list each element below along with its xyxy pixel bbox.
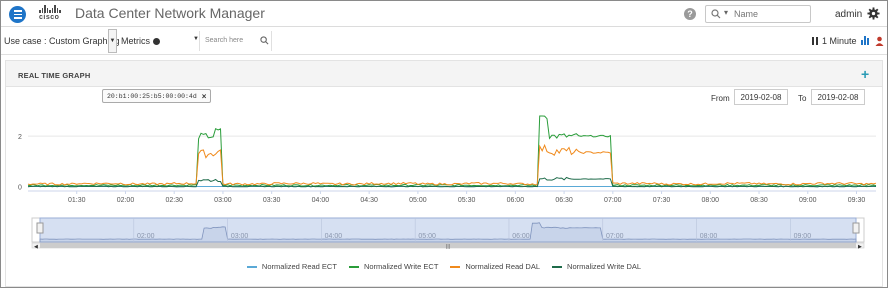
scroll-left-arrow[interactable]: ◀ (34, 244, 38, 250)
navigator-x-label: 09:00 (794, 233, 812, 240)
metric-search-input[interactable]: Search here (205, 37, 243, 44)
navigator-handle[interactable] (36, 222, 44, 234)
navigator-range (39, 217, 857, 243)
x-tick-label: 02:00 (117, 197, 135, 204)
bar-chart-icon[interactable] (861, 36, 869, 45)
cisco-logo: cisco (39, 5, 67, 23)
navigator-x-label: 07:00 (606, 233, 624, 240)
divider (199, 31, 200, 51)
x-tick-label: 08:30 (750, 197, 768, 204)
legend-swatch (246, 265, 257, 268)
legend-label: Normalized Read DAL (465, 262, 541, 271)
divider (271, 31, 272, 51)
x-tick-label: 03:30 (263, 197, 281, 204)
x-tick-label: 01:30 (68, 197, 86, 204)
x-tick-label: 09:30 (848, 197, 866, 204)
x-tick-label: 07:00 (604, 197, 622, 204)
app-title: Data Center Network Manager (75, 5, 265, 21)
legend-label: Normalized Write ECT (363, 262, 439, 271)
global-search-input[interactable] (734, 8, 808, 20)
x-tick-label: 08:00 (702, 197, 720, 204)
navigator-x-label: 03:00 (231, 233, 249, 240)
chart-legend: Normalized Read ECT Normalized Write ECT N… (6, 262, 882, 271)
global-search[interactable]: ▾ (705, 5, 811, 23)
menu-icon[interactable] (9, 6, 26, 23)
real-time-graph-panel: REAL TIME GRAPH + 20:b1:00:25:b5:00:00:4… (5, 60, 883, 287)
legend-item[interactable]: Normalized Read DAL (450, 262, 540, 271)
legend-label: Normalized Write DAL (567, 262, 642, 271)
pause-icon[interactable] (812, 37, 818, 45)
x-tick-label: 04:00 (312, 197, 330, 204)
x-tick-label: 06:30 (555, 197, 573, 204)
legend-swatch (450, 265, 461, 268)
x-tick-label: 05:00 (409, 197, 427, 204)
gear-icon[interactable] (867, 7, 880, 20)
x-tick-label: 07:30 (653, 197, 671, 204)
x-tick-label: 02:30 (165, 197, 183, 204)
toolbar: Use case : Custom Graphing ▼ Metrics ▼ S… (1, 27, 887, 55)
series-line-2 (27, 143, 877, 186)
x-tick-label: 04:30 (360, 197, 378, 204)
use-case-select[interactable]: Use case : Custom Graphing (4, 36, 120, 46)
top-header: cisco Data Center Network Manager ? ▾ ad… (1, 1, 887, 27)
gear-icon (153, 38, 160, 45)
legend-swatch (552, 265, 563, 268)
scrollbar-grip: ||| (446, 244, 450, 250)
legend-item[interactable]: Normalized Write ECT (348, 262, 439, 271)
user-menu[interactable]: admin (835, 9, 862, 20)
x-tick-label: 06:00 (507, 197, 525, 204)
navigator-x-label: 05:00 (418, 233, 436, 240)
x-tick-label: 05:30 (458, 197, 476, 204)
search-icon (711, 9, 721, 19)
legend-swatch (348, 265, 359, 268)
y-tick-label: 0 (18, 184, 22, 191)
scroll-right-arrow[interactable]: ▶ (858, 244, 862, 250)
interval-select[interactable]: 1 Minute (822, 36, 857, 46)
line-chart: 0 2 01:30 02:00 02:30 03:00 03:30 04:00 04:30 05:… (18, 115, 877, 250)
metrics-select[interactable]: Metrics (121, 36, 160, 46)
x-tick-label: 09:00 (799, 197, 817, 204)
app-window: cisco Data Center Network Manager ? ▾ ad… (0, 0, 888, 288)
search-icon[interactable] (260, 36, 269, 45)
chevron-down-icon[interactable]: ▼ (108, 29, 117, 53)
legend-label: Normalized Read ECT (261, 262, 337, 271)
x-tick-label: 03:00 (214, 197, 232, 204)
navigator-x-label: 02:00 (137, 233, 155, 240)
legend-item[interactable]: Normalized Read ECT (246, 262, 337, 271)
metrics-label: Metrics (121, 36, 150, 46)
navigator-handle[interactable] (852, 222, 860, 234)
navigator-x-label: 08:00 (700, 233, 718, 240)
y-tick-label: 2 (18, 134, 22, 141)
user-icon[interactable] (875, 36, 884, 46)
series-line-1 (27, 115, 877, 187)
chevron-down-icon[interactable]: ▾ (724, 8, 728, 17)
navigator-x-label: 04:00 (325, 233, 343, 240)
navigator-x-label: 06:00 (512, 233, 530, 240)
legend-item[interactable]: Normalized Write DAL (552, 262, 641, 271)
help-icon[interactable]: ? (684, 8, 696, 20)
